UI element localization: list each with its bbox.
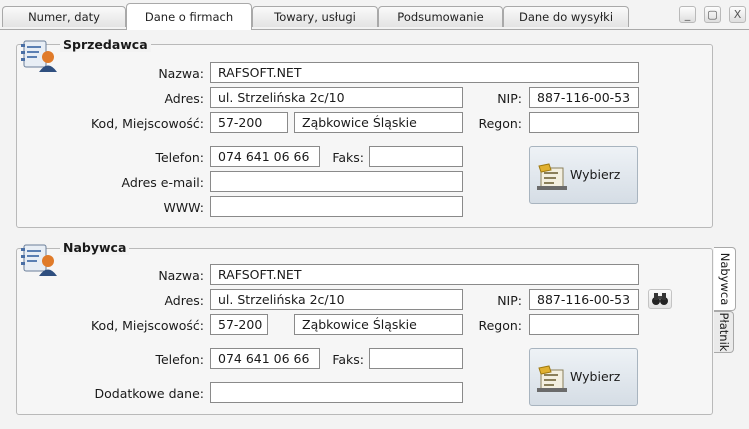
seller-name-field[interactable]: RAFSOFT.NET <box>210 62 639 83</box>
buyer-select-label: Wybierz <box>570 369 621 384</box>
tab-dane-o-firmach[interactable]: Dane o firmach <box>126 3 252 30</box>
seller-nip-field[interactable]: 887-116-00-53 <box>529 87 639 108</box>
tab-divider <box>0 29 749 30</box>
seller-phone-label: Telefon: <box>155 150 204 165</box>
buyer-city-field[interactable]: Ząbkowice Śląskie <box>294 314 463 335</box>
seller-title: Sprzedawca <box>60 37 151 52</box>
buyer-fax-label: Faks: <box>332 352 364 367</box>
seller-nip-label: NIP: <box>497 91 522 106</box>
seller-email-field[interactable] <box>210 171 463 192</box>
contact-card-icon <box>21 35 61 73</box>
seller-www-field[interactable] <box>210 196 463 217</box>
seller-regon-label: Regon: <box>478 116 522 131</box>
seller-www-label: WWW: <box>163 200 204 215</box>
close-button[interactable]: X <box>729 6 746 23</box>
buyer-name-label: Nazwa: <box>158 268 204 283</box>
side-tab-platnik-label: Płatnik <box>716 312 731 352</box>
buyer-phone-label: Telefon: <box>155 352 204 367</box>
seller-address-field[interactable]: ul. Strzelińska 2c/10 <box>210 87 463 108</box>
seller-address-label: Adres: <box>164 91 204 106</box>
seller-city-field[interactable]: Ząbkowice Śląskie <box>294 112 463 133</box>
side-tab-nabywca[interactable]: Nabywca <box>714 247 736 311</box>
seller-postal-code-field[interactable]: 57-200 <box>210 112 288 133</box>
buyer-extra-field[interactable] <box>210 382 463 403</box>
buyer-postal-code-field[interactable]: 57-200 <box>210 314 268 335</box>
contact-card-icon <box>21 239 61 277</box>
tab-towary-uslugi[interactable]: Towary, usługi <box>252 6 378 27</box>
binoculars-icon <box>652 293 668 305</box>
buyer-select-button[interactable]: Wybierz <box>529 348 638 406</box>
seller-select-label: Wybierz <box>570 167 621 182</box>
side-tab-platnik[interactable]: Płatnik <box>714 311 734 353</box>
seller-name-label: Nazwa: <box>158 66 204 81</box>
buyer-nip-label: NIP: <box>497 293 522 308</box>
buyer-address-label: Adres: <box>164 293 204 308</box>
tab-podsumowanie[interactable]: Podsumowanie <box>378 6 503 27</box>
buyer-regon-label: Regon: <box>478 318 522 333</box>
buyer-fax-field[interactable] <box>369 348 463 369</box>
seller-city-label: Kod, Miejscowość: <box>90 116 204 131</box>
seller-regon-field[interactable] <box>529 112 639 133</box>
nip-lookup-button[interactable] <box>648 289 672 309</box>
minimize-button[interactable]: _ <box>679 6 696 23</box>
buyer-name-field[interactable]: RAFSOFT.NET <box>210 264 639 285</box>
side-tab-nabywca-label: Nabywca <box>717 252 732 306</box>
seller-fax-label: Faks: <box>332 150 364 165</box>
seller-fax-field[interactable] <box>369 146 463 167</box>
buyer-nip-field[interactable]: 887-116-00-53 <box>529 289 639 310</box>
buyer-address-field[interactable]: ul. Strzelińska 2c/10 <box>210 289 463 310</box>
seller-select-button[interactable]: Wybierz <box>529 146 638 204</box>
restore-button[interactable]: ▢ <box>704 6 721 23</box>
seller-email-label: Adres e-mail: <box>121 175 204 190</box>
tab-dane-do-wysylki[interactable]: Dane do wysyłki <box>503 6 629 27</box>
buyer-extra-label: Dodatkowe dane: <box>94 386 204 401</box>
seller-phone-field[interactable]: 074 641 06 66 <box>210 146 320 167</box>
buyer-phone-field[interactable]: 074 641 06 66 <box>210 348 320 369</box>
address-book-icon <box>537 364 569 397</box>
buyer-title: Nabywca <box>60 240 130 255</box>
address-book-icon <box>537 162 569 195</box>
tab-bar: Numer, daty Podsumowanie Dane do wysyłki… <box>0 0 749 30</box>
tab-numer-daty[interactable]: Numer, daty <box>2 6 126 27</box>
buyer-city-label: Kod, Miejscowość: <box>90 318 204 333</box>
buyer-regon-field[interactable] <box>529 314 639 335</box>
